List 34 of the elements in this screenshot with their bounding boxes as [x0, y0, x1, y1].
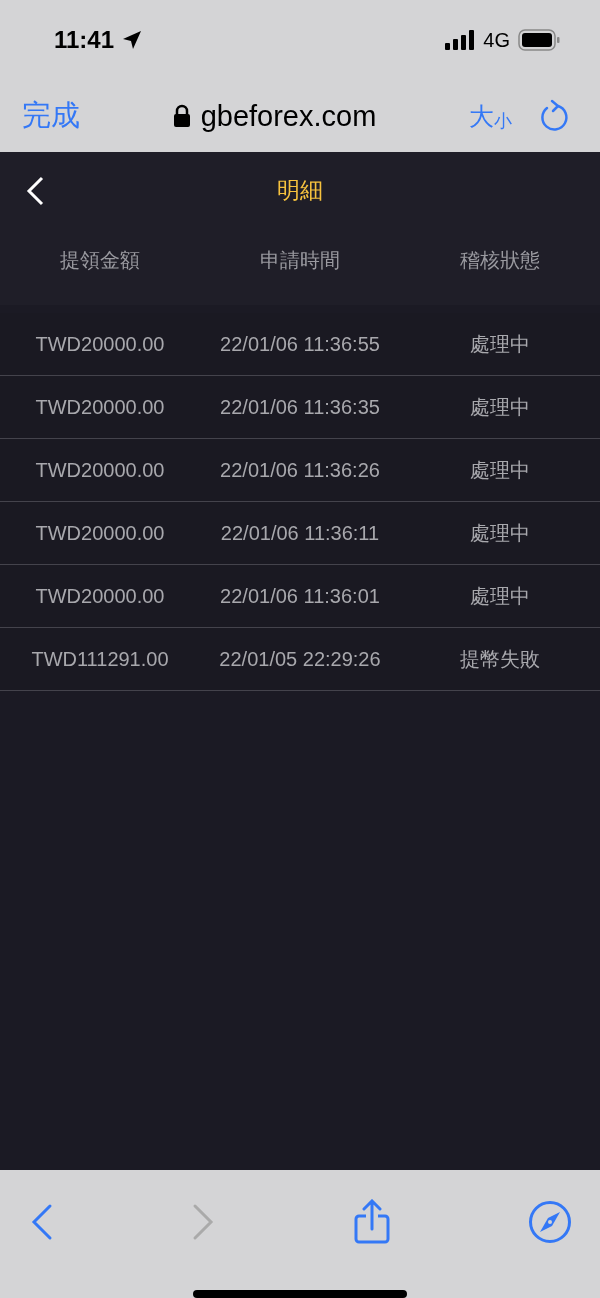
column-header: 提領金額	[60, 247, 140, 273]
battery-icon	[518, 29, 560, 51]
compass-icon[interactable]	[528, 1200, 572, 1244]
lock-icon	[172, 104, 191, 128]
page-title: 明細	[277, 175, 323, 205]
done-button[interactable]: 完成	[22, 96, 80, 136]
table-cell-text: 處理中	[470, 394, 530, 420]
column-header: 申請時間	[260, 247, 340, 273]
network-label: 4G	[483, 28, 510, 52]
table-cell: 22/01/06 11:36:01	[220, 584, 380, 608]
share-icon[interactable]	[352, 1199, 391, 1245]
table-cell: TWD20000.00	[35, 458, 165, 482]
table-cell: TWD20000.00	[35, 521, 165, 545]
column-header: 稽核狀態	[460, 247, 540, 273]
table-cell: 22/01/06 11:36:55	[220, 332, 380, 356]
table-cell: TWD20000.00	[35, 332, 165, 356]
table-cell-text: 處理中	[470, 331, 530, 357]
table-cell: TWD20000.00	[35, 395, 165, 419]
table-cell-text: 處理中	[470, 583, 530, 609]
table-cell: TWD111291.00	[31, 647, 169, 671]
text-size-button[interactable]: 大小	[469, 99, 512, 133]
table-cell: 22/01/05 22:29:26	[219, 647, 381, 671]
table-cell-text: 處理中	[470, 457, 530, 483]
table-cell-text: 提幣失敗	[460, 646, 540, 672]
clock-time: 11:41	[54, 26, 115, 54]
table-cell: TWD20000.00	[35, 584, 165, 608]
table-cell: 22/01/06 11:36:35	[220, 395, 380, 419]
table-cell-text: 處理中	[470, 520, 530, 546]
location-arrow-icon	[122, 30, 143, 50]
url-text[interactable]: gbeforex.com	[200, 99, 377, 133]
table-cell: 22/01/06 11:36:26	[220, 458, 380, 482]
reload-icon[interactable]	[538, 99, 570, 133]
table-cell: 22/01/06 11:36:11	[220, 521, 380, 545]
signal-icon	[445, 30, 476, 50]
